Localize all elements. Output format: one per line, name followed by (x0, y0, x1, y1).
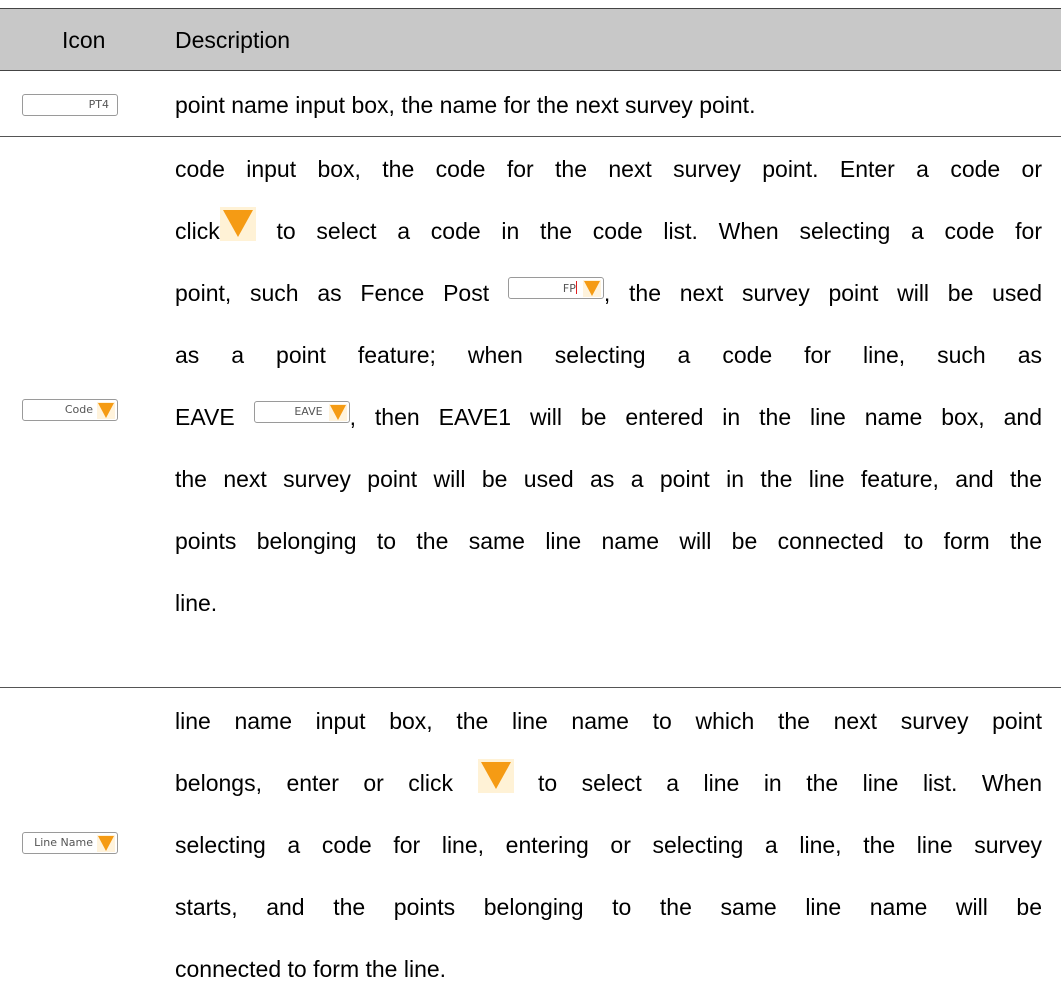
header-description-column: Description (175, 27, 291, 53)
eave-code-input: EAVE (253, 401, 350, 423)
dropdown-arrow-icon (328, 404, 347, 421)
code-description: code input box, the code for the next su… (175, 156, 1043, 616)
dropdown-arrow-icon (582, 280, 601, 297)
code-input[interactable]: Code (22, 399, 118, 421)
table-header: Icon Description (0, 8, 1061, 71)
row-divider (0, 687, 1061, 688)
dropdown-arrow-icon[interactable] (97, 402, 115, 419)
point-name-description: point name input box, the name for the n… (175, 92, 756, 118)
row-divider (0, 136, 1061, 137)
line-name-description: line name input box, the line name to wh… (175, 708, 1043, 982)
line-name-input[interactable]: Line Name (22, 832, 118, 854)
fence-post-code-input: FP (507, 277, 604, 299)
dropdown-arrow-icon[interactable] (97, 835, 115, 852)
dropdown-arrow-icon (477, 759, 514, 793)
header-icon-column: Icon (62, 27, 106, 53)
point-name-input[interactable]: PT4 (22, 94, 118, 116)
dropdown-arrow-icon (219, 207, 256, 241)
